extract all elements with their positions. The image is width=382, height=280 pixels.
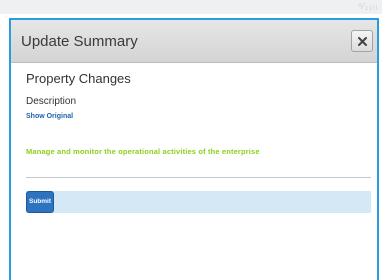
submit-button[interactable]: Submit [26, 191, 54, 213]
background-strip: ᵒ⁄₁₁ᵢᵢ [0, 0, 382, 14]
page: ᵒ⁄₁₁ᵢᵢ Update Summary Property Changes D… [0, 0, 382, 280]
update-summary-dialog: Update Summary Property Changes Descript… [9, 18, 379, 280]
dialog-title: Update Summary [21, 33, 138, 50]
show-original-link[interactable]: Show Original [26, 113, 73, 120]
description-label: Description [26, 96, 77, 107]
background-toolbar-text: ᵒ⁄₁₁ᵢᵢ [358, 1, 378, 11]
close-icon [358, 37, 367, 46]
close-button[interactable] [351, 30, 373, 52]
description-value: Manage and monitor the operational activ… [26, 147, 260, 156]
divider [26, 177, 371, 178]
property-changes-heading: Property Changes [26, 71, 131, 86]
button-bar: Submit [26, 191, 371, 213]
dialog-titlebar[interactable]: Update Summary [11, 20, 377, 63]
